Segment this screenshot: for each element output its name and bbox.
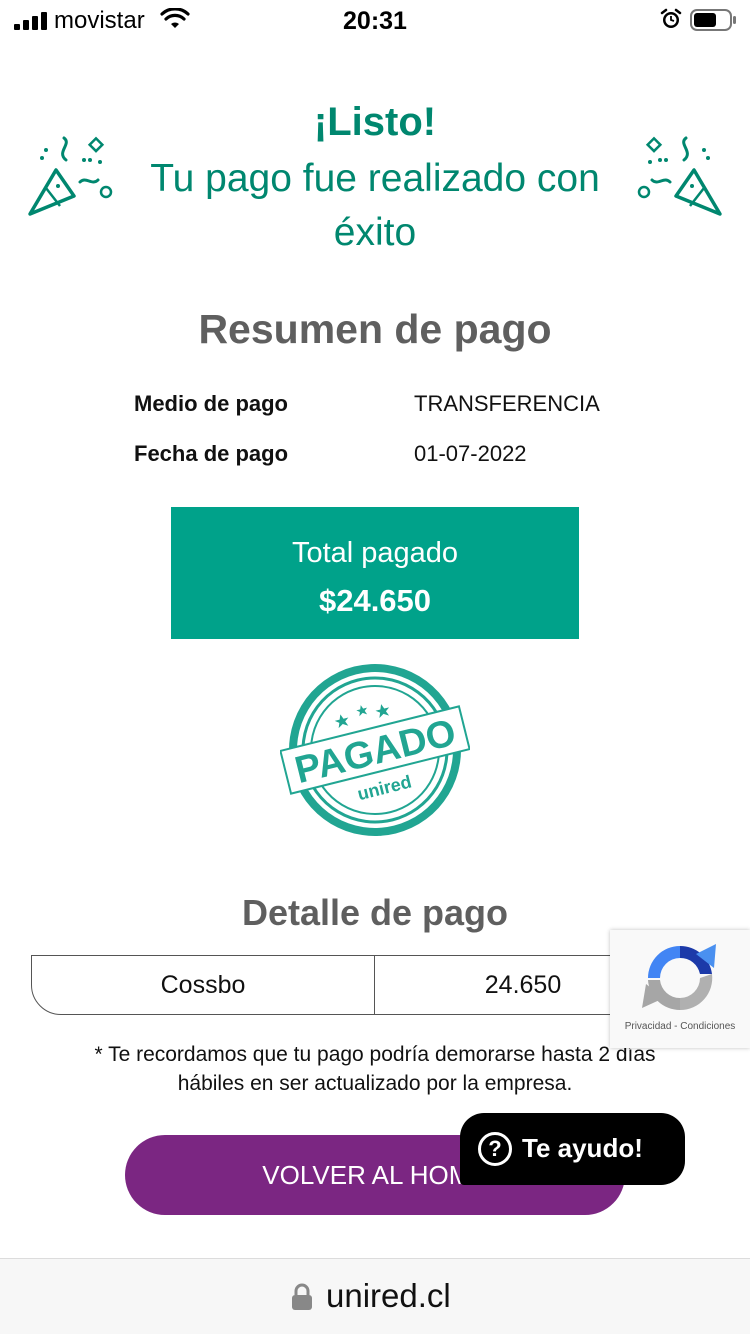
status-bar: movistar 20:31 bbox=[0, 0, 750, 40]
clock-time: 20:31 bbox=[343, 7, 407, 35]
help-chat-button[interactable]: ? Te ayudo! bbox=[460, 1113, 685, 1185]
recaptcha-badge[interactable]: Privacidad - Condiciones bbox=[610, 930, 750, 1048]
detail-table: Cossbo 24.650 bbox=[31, 955, 671, 1015]
question-icon: ? bbox=[478, 1132, 512, 1166]
battery-icon bbox=[690, 9, 736, 31]
recaptcha-links: Privacidad - Condiciones bbox=[624, 1021, 736, 1032]
total-paid-value: $24.650 bbox=[318, 583, 432, 618]
recaptcha-icon bbox=[642, 944, 716, 1011]
detail-company-cell: Cossbo bbox=[32, 956, 375, 1014]
paid-stamp: PAGADO unired bbox=[280, 664, 470, 836]
alarm-icon bbox=[660, 8, 682, 28]
total-paid-label: Total pagado bbox=[291, 537, 459, 569]
help-chat-label: Te ayudo! bbox=[522, 1133, 643, 1163]
total-paid-box: Total pagado $24.650 bbox=[171, 507, 579, 639]
payment-date-value: 01-07-2022 bbox=[414, 441, 527, 466]
detail-title: Detalle de pago bbox=[241, 892, 509, 933]
payment-method-value: TRANSFERENCIA bbox=[414, 391, 600, 416]
payment-date-label: Fecha de pago bbox=[134, 441, 289, 466]
summary-title: Resumen de pago bbox=[198, 306, 552, 352]
success-title: ¡Listo! bbox=[313, 100, 437, 144]
browser-address-bar[interactable]: unired.cl bbox=[0, 1258, 750, 1334]
success-message: Tu pago fue realizado con éxito bbox=[150, 157, 600, 254]
lock-icon bbox=[292, 1283, 312, 1310]
payment-delay-note: * Te recordamos que tu pago podría demor… bbox=[94, 1043, 656, 1095]
payment-method-label: Medio de pago bbox=[134, 391, 288, 416]
address-url: unired.cl bbox=[326, 1277, 451, 1314]
